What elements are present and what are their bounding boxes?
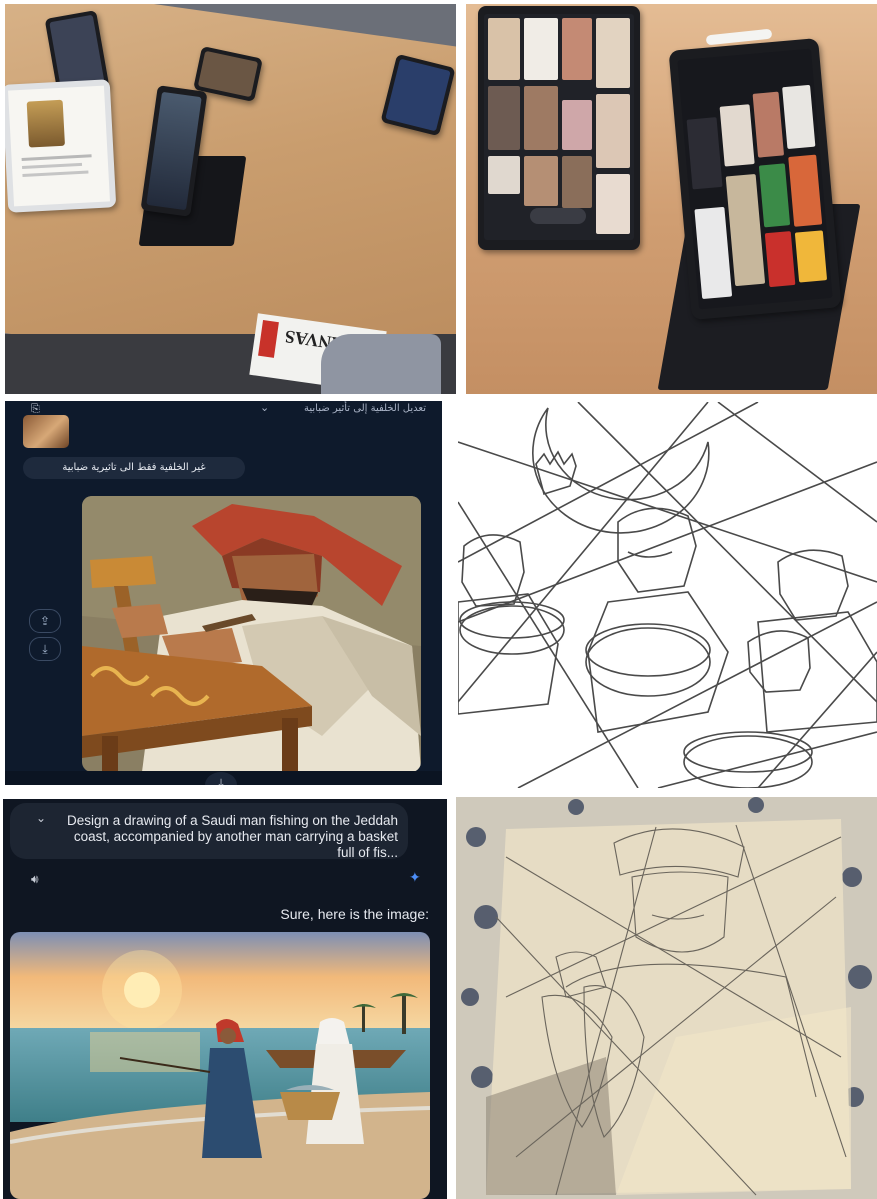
line-drawing-drummers <box>458 402 877 788</box>
chevron-down-icon[interactable]: ⌄ <box>36 811 46 825</box>
generated-image-fishing[interactable] <box>10 932 430 1199</box>
canvas-photo-scene <box>456 797 877 1199</box>
uploaded-image-thumbnail[interactable] <box>23 415 69 448</box>
tablet-white-left <box>5 79 117 213</box>
tablet-right-gallery <box>668 37 842 321</box>
person-arm <box>321 334 441 394</box>
assistant-reply: Sure, here is the image: <box>280 906 429 922</box>
photo-canvas-sketch <box>456 797 877 1199</box>
chevron-down-icon[interactable]: ⌄ <box>260 401 269 414</box>
photo-tablets-gallery <box>466 4 877 394</box>
chat-screenshot-english: ⌄ Design a drawing of a Saudi man fishin… <box>3 799 447 1199</box>
download-icon[interactable]: ⤓ <box>29 637 61 661</box>
chat-screenshot-arabic: ⎘ ⌄ تعديل الخلفية إلى تأثير ضبابية غير ا… <box>5 401 442 785</box>
user-prompt-bubble: غير الخلفية فقط الى تاثيرية ضبابية <box>23 457 245 479</box>
conversation-title[interactable]: تعديل الخلفية إلى تأثير ضبابية <box>304 403 426 414</box>
stained-glass-line-art <box>458 402 877 788</box>
document-icon[interactable]: ⎘ <box>31 402 40 416</box>
share-icon[interactable]: ⇪ <box>29 609 61 633</box>
generated-image-carpenter[interactable] <box>82 496 421 772</box>
speaker-icon[interactable]: 🔊︎ <box>31 872 39 887</box>
user-prompt-text: Design a drawing of a Saudi man fishing … <box>67 813 398 860</box>
sparkle-icon: ✦ <box>409 870 421 886</box>
user-prompt-bubble[interactable]: ⌄ Design a drawing of a Saudi man fishin… <box>10 803 408 860</box>
photo-classroom-tablets: CANVAS <box>5 4 456 394</box>
tablet-left-gallery <box>478 6 640 250</box>
